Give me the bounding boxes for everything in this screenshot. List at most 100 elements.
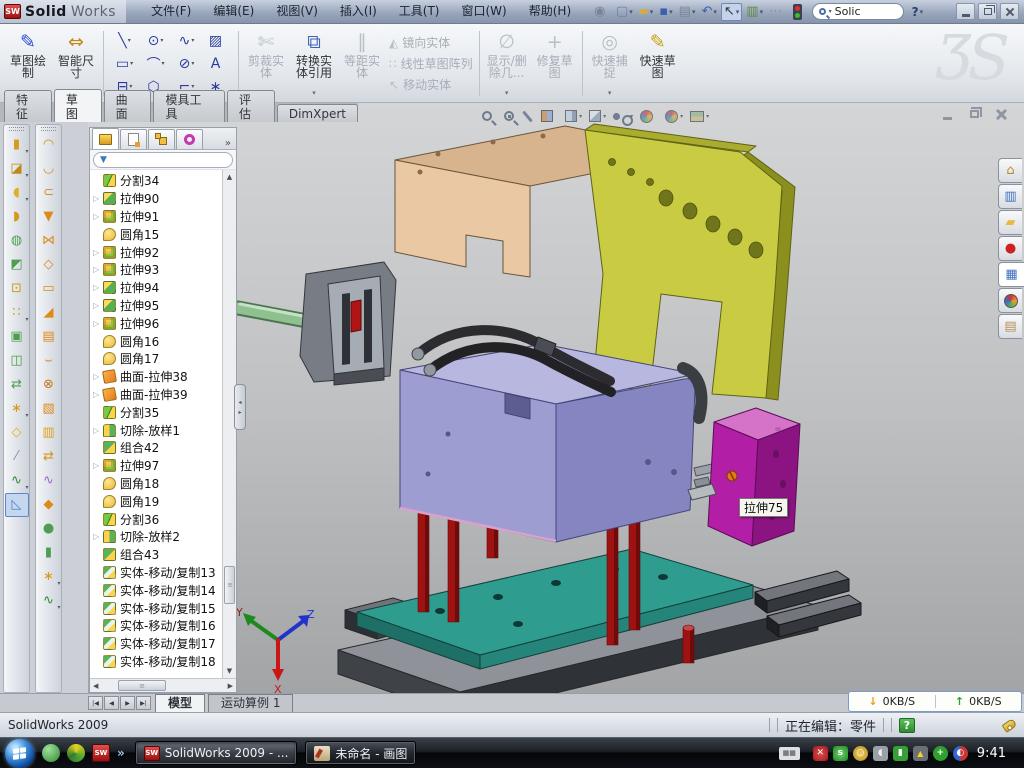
tree-item[interactable]: ▷ 分割34	[90, 172, 222, 190]
sketch-text-icon[interactable]: A▾	[202, 52, 233, 75]
view-settings-icon[interactable]: ▾	[690, 111, 709, 122]
dimxpert-manager-tab[interactable]	[176, 129, 203, 149]
tree-item[interactable]: ▷ 圆角16	[90, 332, 222, 350]
tree-item[interactable]: ▷ 拉伸96	[90, 314, 222, 332]
tabs-overflow-chevron[interactable]: »	[222, 138, 234, 149]
edit-appearance-icon[interactable]: ▾	[640, 110, 658, 123]
command-tab[interactable]: 模具工具	[153, 90, 225, 122]
file-explorer-tab[interactable]: ▰	[998, 210, 1022, 235]
offset-surface-icon[interactable]: ◇ ▾	[37, 253, 61, 277]
taskbar-window-button[interactable]: SW SolidWorks 2009 - ...	[135, 741, 298, 765]
tree-item[interactable]: ▷ 分割35	[90, 403, 222, 421]
line-icon[interactable]: ╲▾	[109, 29, 140, 52]
first-tab-button[interactable]: |◀	[88, 696, 103, 710]
tree-item[interactable]: ▷ 圆角17	[90, 350, 222, 368]
search-input[interactable]: ▾ Solic	[812, 3, 904, 20]
point2-icon[interactable]: ∗ ▾	[37, 565, 61, 589]
extruded-surface-icon[interactable]: ▧ ▾	[37, 397, 61, 421]
solidworks-resources-tab[interactable]: ⌂	[998, 158, 1022, 183]
keyboard-icon[interactable]: ▦▦	[779, 747, 800, 760]
instant3d-icon[interactable]: ◺ ▾	[5, 493, 29, 517]
menu-item[interactable]: 窗口(W)	[451, 0, 518, 23]
extruded-boss-icon[interactable]: ▮ ▾	[5, 133, 29, 157]
command-tab[interactable]: 评估	[227, 90, 275, 122]
menu-item[interactable]: 帮助(H)	[518, 0, 582, 23]
menu-item[interactable]: 视图(V)	[265, 0, 329, 23]
fillet-icon[interactable]: ◖ ▾	[5, 181, 29, 205]
zoom-area-icon[interactable]: ▾	[504, 111, 519, 121]
section-view-icon[interactable]: ▾	[541, 110, 558, 122]
chevron-icon[interactable]: »	[117, 744, 125, 762]
prev-tab-button[interactable]: ◀	[104, 696, 119, 710]
expand-arrow-icon[interactable]: ▷	[93, 194, 103, 203]
revolved-boss-icon[interactable]: ◍ ▾	[5, 229, 29, 253]
move-face-icon[interactable]: ⇄ ▾	[37, 445, 61, 469]
tree-item[interactable]: ▷ 拉伸94	[90, 279, 222, 297]
part-clamp-gray[interactable]	[300, 262, 396, 385]
toolbar-grip[interactable]	[9, 127, 24, 131]
scroll-down-icon[interactable]: ▼	[227, 664, 232, 678]
scrollbar-thumb[interactable]: ≡	[224, 566, 235, 604]
tree-item[interactable]: ▷ 组合43	[90, 546, 222, 564]
revolved-surface-icon[interactable]: ◡ ▾	[37, 157, 61, 181]
taskbar-clock[interactable]: 9:41	[973, 746, 1016, 761]
tag-icon[interactable]	[1002, 718, 1018, 733]
quick-snaps-button[interactable]: ◎ 快速捕捉 ▾	[586, 27, 634, 100]
next-tab-button[interactable]: ▶	[120, 696, 135, 710]
trimmed-surface-icon[interactable]: ⊂ ▾	[37, 181, 61, 205]
document-tab[interactable]: 运动算例 1	[208, 694, 293, 713]
tree-item[interactable]: ▷ 圆角15	[90, 225, 222, 243]
launcher-orb-icon[interactable]	[67, 744, 85, 762]
apply-scene-icon[interactable]: ▾	[665, 110, 683, 123]
ellipse-icon[interactable]: ⊘▾	[171, 52, 202, 75]
tree-item[interactable]: ▷ 实体-移动/复制16	[90, 617, 222, 635]
swept-surface-icon[interactable]: ◠ ▾	[37, 133, 61, 157]
dome-icon[interactable]: ▮ ▾	[37, 541, 61, 565]
lofted-surface-icon[interactable]: ▼ ▾	[37, 205, 61, 229]
sync-icon[interactable]: ◐	[953, 746, 968, 761]
rectangle-icon[interactable]: ▭▾	[109, 52, 140, 75]
pin-icon[interactable]: ◉ ▾	[592, 4, 612, 20]
search-dropdown-icon[interactable]: ▾	[829, 8, 832, 15]
filled-surface-icon[interactable]: ▥ ▾	[37, 421, 61, 445]
spline-icon[interactable]: ∿▾	[171, 29, 202, 52]
combine-icon[interactable]: ▣ ▾	[5, 325, 29, 349]
restore-button[interactable]	[978, 3, 997, 20]
tree-item[interactable]: ▷ 圆角18	[90, 475, 222, 493]
tree-item[interactable]: ▷ 实体-移动/复制14	[90, 581, 222, 599]
doc-minimize-button[interactable]	[938, 106, 956, 122]
help-button[interactable]: ?▾	[910, 4, 925, 20]
expand-arrow-icon[interactable]: ▷	[93, 461, 103, 470]
last-tab-button[interactable]: ▶|	[136, 696, 151, 710]
tree-item[interactable]: ▷ 实体-移动/复制17	[90, 635, 222, 653]
expand-arrow-icon[interactable]: ▷	[93, 426, 103, 435]
tree-item[interactable]: ▷ 实体-移动/复制13	[90, 564, 222, 582]
tree-item[interactable]: ▷ 曲面-拉伸39	[90, 386, 222, 404]
scroll-up-icon[interactable]: ▲	[227, 170, 232, 184]
expand-arrow-icon[interactable]: ▷	[93, 532, 103, 541]
swept-boss-icon[interactable]: ◗ ▾	[5, 205, 29, 229]
tree-item[interactable]: ▷ 切除-放样1	[90, 421, 222, 439]
minimize-button[interactable]	[956, 3, 975, 20]
split-icon[interactable]: ◫ ▾	[5, 349, 29, 373]
taskbar-window-button[interactable]: 未命名 - 画图	[305, 741, 416, 765]
view-palette-tab[interactable]: ▦	[998, 262, 1024, 287]
menu-item[interactable]: 插入(I)	[329, 0, 388, 23]
property-manager-tab[interactable]	[120, 129, 147, 149]
expand-arrow-icon[interactable]: ▷	[93, 283, 103, 292]
curve2-icon[interactable]: ∿ ▾	[37, 589, 61, 613]
move-copy-body-icon[interactable]: ⇄ ▾	[5, 373, 29, 397]
document-tab[interactable]: 模型	[155, 694, 205, 713]
shield-icon[interactable]: s	[833, 746, 848, 761]
spellcheck-icon[interactable]: ⋯ ▾	[767, 4, 789, 20]
command-tab[interactable]: DimXpert	[277, 104, 358, 122]
expand-arrow-icon[interactable]: ▷	[93, 301, 103, 310]
scrollbar-thumb[interactable]: ≡	[118, 680, 166, 691]
tree-item[interactable]: ▷ 圆角19	[90, 492, 222, 510]
ruled-surface-icon[interactable]: ◢ ▾	[37, 301, 61, 325]
toolbox-tab[interactable]: ●	[998, 236, 1022, 261]
curve-icon[interactable]: ∿ ▾	[5, 469, 29, 493]
rotate-view-icon[interactable]: ▾	[526, 110, 534, 123]
antivirus-icon[interactable]: ✕	[813, 746, 828, 761]
undo-icon[interactable]: ↶ ▾	[699, 4, 718, 20]
